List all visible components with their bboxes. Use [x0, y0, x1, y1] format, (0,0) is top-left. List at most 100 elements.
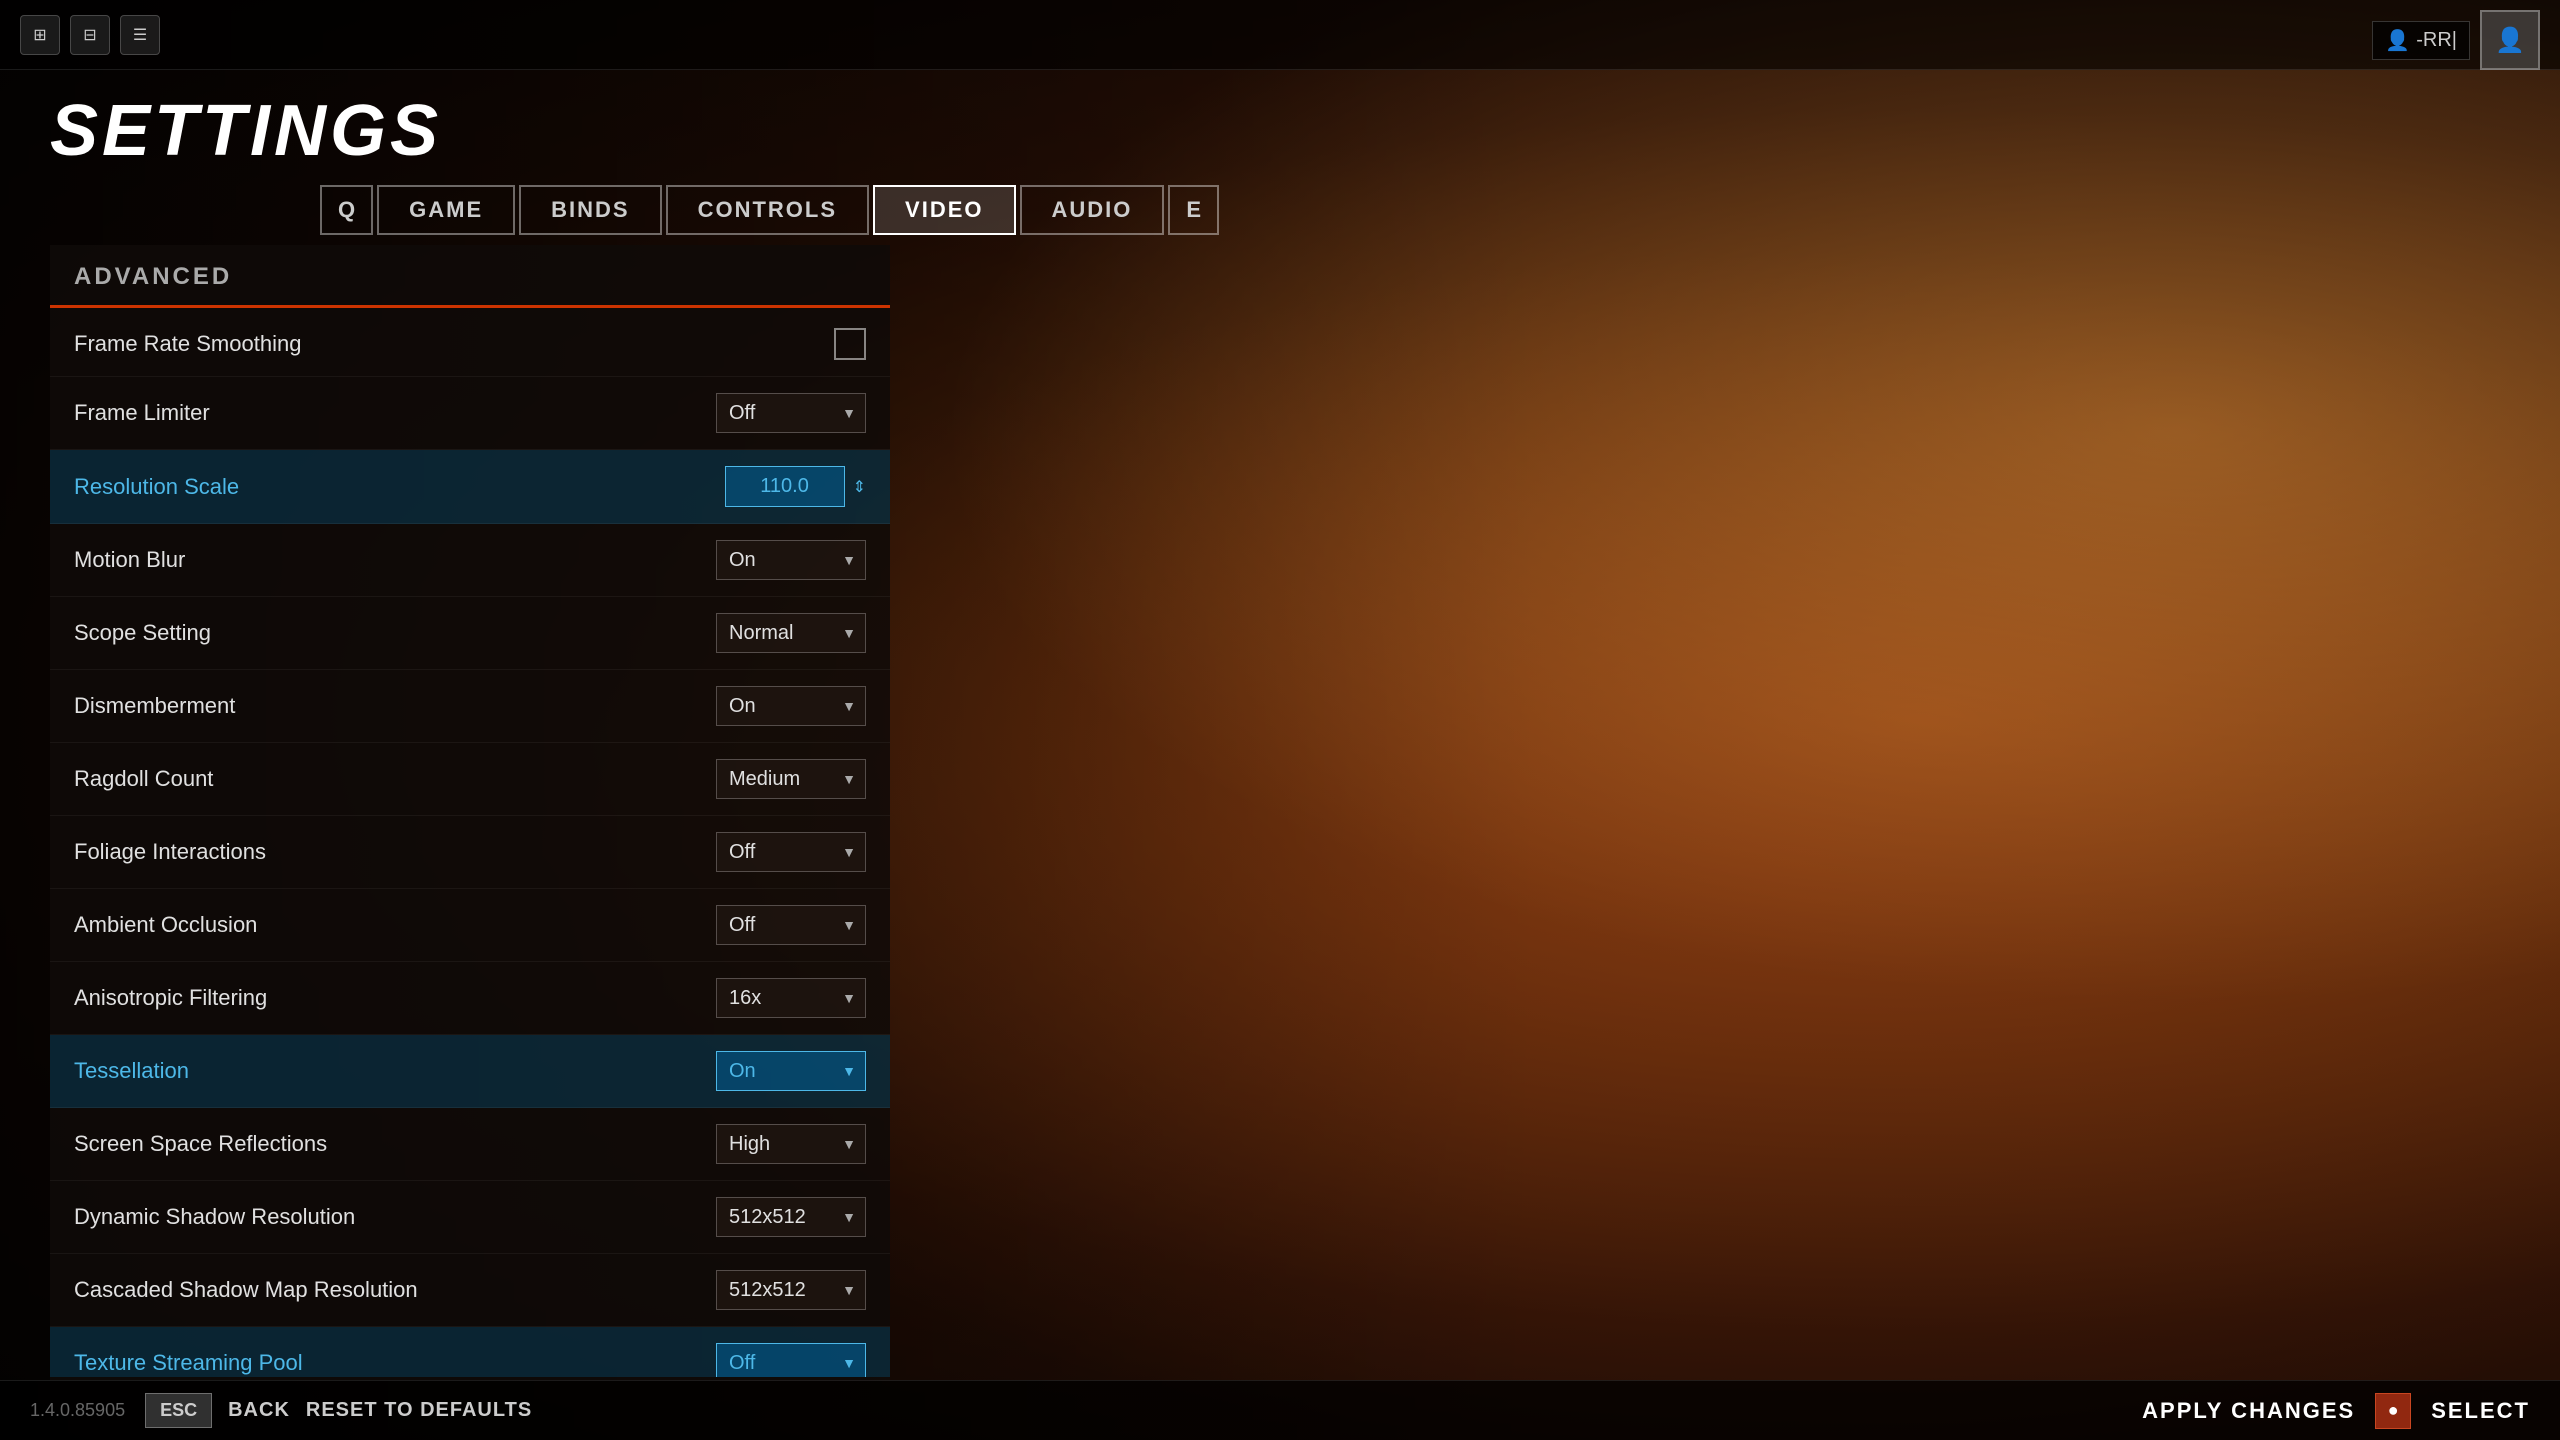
setting-row-dismemberment: Dismemberment On Off ▼	[50, 670, 890, 743]
label-ambient-occlusion: Ambient Occlusion	[74, 912, 257, 938]
user-badge[interactable]: 👤 -RR|	[2372, 21, 2470, 60]
tab-binds[interactable]: BINDS	[519, 185, 661, 235]
dropdown-wrapper-motion-blur: On Off ▼	[716, 540, 866, 580]
dropdown-wrapper-csm: 512x512 1024x1024 256x256 ▼	[716, 1270, 866, 1310]
bottom-right-section: APPLY CHANGES ● SELECT	[2142, 1393, 2530, 1429]
bottom-actions-left: ESC BACK RESET TO DEFAULTS	[145, 1393, 532, 1428]
dropdown-wrapper-dsr: 512x512 1024x1024 256x256 ▼	[716, 1197, 866, 1237]
dropdown-ambient-occlusion[interactable]: Off On	[716, 905, 866, 945]
settings-panel: ADVANCED Frame Rate Smoothing Frame Limi…	[50, 245, 890, 1380]
dropdown-anisotropic-filtering[interactable]: 16x 8x 4x 2x	[716, 978, 866, 1018]
tab-game[interactable]: GAME	[377, 185, 515, 235]
bottom-bar: 1.4.0.85905 ESC BACK RESET TO DEFAULTS A…	[0, 1380, 2560, 1440]
label-screen-space-reflections: Screen Space Reflections	[74, 1131, 327, 1157]
label-tessellation: Tessellation	[74, 1058, 189, 1084]
label-texture-streaming-pool: Texture Streaming Pool	[74, 1350, 303, 1376]
dropdown-wrapper-tessellation: On Off ▼	[716, 1051, 866, 1091]
dropdown-wrapper-foliage: Off On ▼	[716, 832, 866, 872]
dropdown-wrapper-dismemberment: On Off ▼	[716, 686, 866, 726]
tab-q[interactable]: Q	[320, 185, 373, 235]
user-badge-label: -RR|	[2416, 29, 2457, 52]
setting-row-screen-space-reflections: Screen Space Reflections High Medium Low…	[50, 1108, 890, 1181]
dropdown-wrapper-anisotropic: 16x 8x 4x 2x ▼	[716, 978, 866, 1018]
dropdown-cascaded-shadow-map[interactable]: 512x512 1024x1024 256x256	[716, 1270, 866, 1310]
setting-row-texture-streaming-pool: Texture Streaming Pool Off On ▼	[50, 1327, 890, 1377]
dropdown-foliage-interactions[interactable]: Off On	[716, 832, 866, 872]
setting-row-scope-setting: Scope Setting Normal Custom ▼	[50, 597, 890, 670]
controller-icon[interactable]: ⊟	[70, 15, 110, 55]
dropdown-ragdoll-count[interactable]: Medium Low High	[716, 759, 866, 799]
label-resolution-scale: Resolution Scale	[74, 474, 239, 500]
select-label[interactable]: SELECT	[2431, 1398, 2530, 1424]
select-icon: ●	[2375, 1393, 2411, 1429]
user-avatar[interactable]: 👤	[2480, 10, 2540, 70]
dropdown-wrapper-frame-limiter: Off 30 60 120 ▼	[716, 393, 866, 433]
top-bar: ⊞ ⊟ ☰	[0, 0, 2560, 70]
control-resolution-scale: ⇕	[706, 466, 866, 507]
input-resolution-scale[interactable]	[725, 466, 845, 507]
dropdown-dismemberment[interactable]: On Off	[716, 686, 866, 726]
nav-tabs: Q GAME BINDS CONTROLS VIDEO AUDIO E	[320, 185, 1223, 235]
avatar-icon: 👤	[2495, 26, 2525, 55]
label-motion-blur: Motion Blur	[74, 547, 185, 573]
setting-row-dynamic-shadow-resolution: Dynamic Shadow Resolution 512x512 1024x1…	[50, 1181, 890, 1254]
dropdown-wrapper-ssr: High Medium Low Off ▼	[716, 1124, 866, 1164]
apply-changes-button[interactable]: APPLY CHANGES	[2142, 1398, 2355, 1424]
dropdown-wrapper-scope-setting: Normal Custom ▼	[716, 613, 866, 653]
checkbox-frame-rate-smoothing[interactable]	[834, 328, 866, 360]
bottom-left-section: 1.4.0.85905 ESC BACK RESET TO DEFAULTS	[30, 1393, 532, 1428]
setting-row-motion-blur: Motion Blur On Off ▼	[50, 524, 890, 597]
control-ragdoll-count: Medium Low High ▼	[706, 759, 866, 799]
control-screen-space-reflections: High Medium Low Off ▼	[706, 1124, 866, 1164]
settings-list[interactable]: Frame Rate Smoothing Frame Limiter Off 3…	[50, 312, 890, 1377]
label-anisotropic-filtering: Anisotropic Filtering	[74, 985, 267, 1011]
setting-row-frame-limiter: Frame Limiter Off 30 60 120 ▼	[50, 377, 890, 450]
back-button[interactable]: BACK	[228, 1399, 290, 1422]
setting-row-ambient-occlusion: Ambient Occlusion Off On ▼	[50, 889, 890, 962]
control-anisotropic-filtering: 16x 8x 4x 2x ▼	[706, 978, 866, 1018]
dropdown-screen-space-reflections[interactable]: High Medium Low Off	[716, 1124, 866, 1164]
label-scope-setting: Scope Setting	[74, 620, 211, 646]
label-frame-limiter: Frame Limiter	[74, 400, 210, 426]
setting-row-resolution-scale: Resolution Scale ⇕	[50, 450, 890, 524]
control-scope-setting: Normal Custom ▼	[706, 613, 866, 653]
dropdown-dynamic-shadow-resolution[interactable]: 512x512 1024x1024 256x256	[716, 1197, 866, 1237]
section-header: ADVANCED	[50, 245, 890, 305]
reset-defaults-button[interactable]: RESET TO DEFAULTS	[306, 1399, 532, 1422]
dropdown-wrapper-tsp: Off On ▼	[716, 1343, 866, 1377]
control-tessellation: On Off ▼	[706, 1051, 866, 1091]
menu-icon[interactable]: ☰	[120, 15, 160, 55]
setting-row-anisotropic-filtering: Anisotropic Filtering 16x 8x 4x 2x ▼	[50, 962, 890, 1035]
label-frame-rate-smoothing: Frame Rate Smoothing	[74, 331, 301, 357]
control-cascaded-shadow-map: 512x512 1024x1024 256x256 ▼	[706, 1270, 866, 1310]
page-title: SETTINGS	[50, 90, 442, 172]
setting-row-frame-rate-smoothing: Frame Rate Smoothing	[50, 312, 890, 377]
setting-row-cascaded-shadow-map: Cascaded Shadow Map Resolution 512x512 1…	[50, 1254, 890, 1327]
setting-row-ragdoll-count: Ragdoll Count Medium Low High ▼	[50, 743, 890, 816]
label-cascaded-shadow-map: Cascaded Shadow Map Resolution	[74, 1277, 418, 1303]
dropdown-frame-limiter[interactable]: Off 30 60 120	[716, 393, 866, 433]
tab-audio[interactable]: AUDIO	[1020, 185, 1165, 235]
dropdown-tessellation[interactable]: On Off	[716, 1051, 866, 1091]
dropdown-wrapper-ambient-occlusion: Off On ▼	[716, 905, 866, 945]
section-divider	[50, 305, 890, 308]
steam-icon[interactable]: ⊞	[20, 15, 60, 55]
esc-key[interactable]: ESC	[145, 1393, 212, 1428]
label-foliage-interactions: Foliage Interactions	[74, 839, 266, 865]
tab-video[interactable]: VIDEO	[873, 185, 1015, 235]
control-frame-rate-smoothing	[706, 328, 866, 360]
label-dismemberment: Dismemberment	[74, 693, 235, 719]
dropdown-scope-setting[interactable]: Normal Custom	[716, 613, 866, 653]
control-dynamic-shadow-resolution: 512x512 1024x1024 256x256 ▼	[706, 1197, 866, 1237]
tab-e[interactable]: E	[1168, 185, 1219, 235]
tab-controls[interactable]: CONTROLS	[666, 185, 869, 235]
setting-row-foliage-interactions: Foliage Interactions Off On ▼	[50, 816, 890, 889]
control-motion-blur: On Off ▼	[706, 540, 866, 580]
top-right-area: 👤 -RR| 👤	[2372, 10, 2540, 70]
dropdown-texture-streaming-pool[interactable]: Off On	[716, 1343, 866, 1377]
control-frame-limiter: Off 30 60 120 ▼	[706, 393, 866, 433]
control-foliage-interactions: Off On ▼	[706, 832, 866, 872]
control-dismemberment: On Off ▼	[706, 686, 866, 726]
resolution-scale-arrows: ⇕	[853, 477, 866, 497]
dropdown-motion-blur[interactable]: On Off	[716, 540, 866, 580]
